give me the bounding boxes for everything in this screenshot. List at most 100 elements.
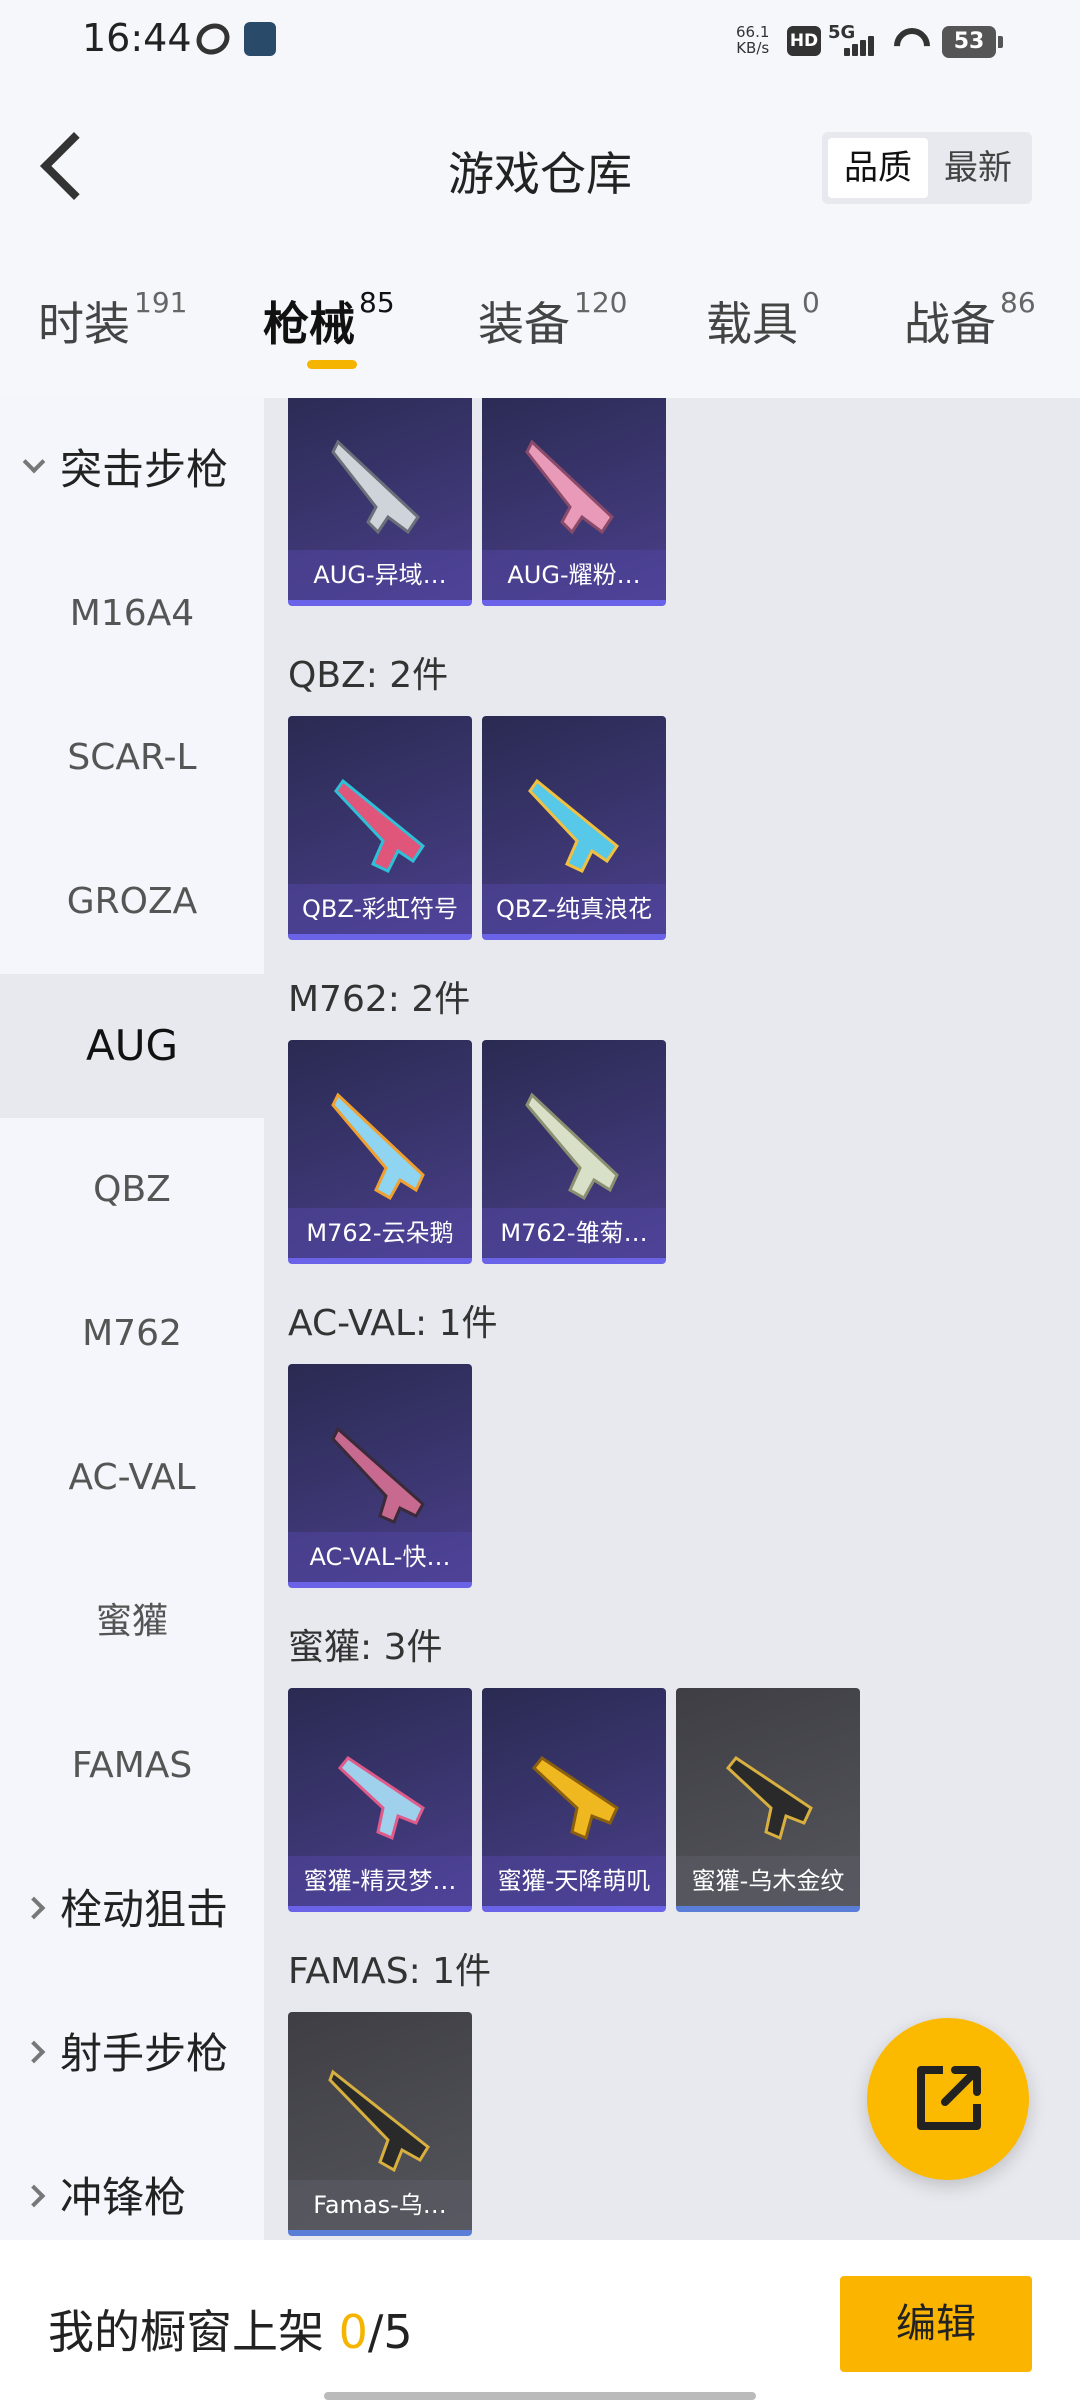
skin-card[interactable]: Famas-乌… <box>288 2012 472 2236</box>
share-fab-button[interactable] <box>867 2018 1029 2180</box>
sidebar-item-aug[interactable]: AUG <box>0 974 264 1118</box>
back-button[interactable] <box>30 128 108 208</box>
famas-gun-icon <box>328 2069 430 2173</box>
skin-card[interactable]: QBZ-纯真浪花 <box>482 716 666 940</box>
group-title-qbz: QBZ: 2件 <box>288 655 449 696</box>
honey-badger-gun-icon <box>531 1755 619 1841</box>
skin-card-label: Famas-乌… <box>288 2180 472 2230</box>
sidebar-item-groza[interactable]: GROZA <box>0 830 264 974</box>
group-title-ac-val: AC-VAL: 1件 <box>288 1303 498 1344</box>
sidebar-group-marksman-rifles[interactable]: 射手步枪 <box>0 1982 264 2126</box>
showcase-current-count: 0 <box>338 2305 368 2359</box>
sidebar-group-assault-rifles[interactable]: 突击步枪 <box>0 398 264 542</box>
skin-card[interactable]: 蜜獾-乌木金纹 <box>676 1688 860 1912</box>
tab-firearms[interactable]: 枪械 85 <box>263 286 395 368</box>
game-app-icon <box>244 22 276 56</box>
sidebar-item-m762[interactable]: M762 <box>0 1262 264 1406</box>
tab-label: 装备 <box>478 297 570 351</box>
skin-card[interactable]: QBZ-彩虹符号 <box>288 716 472 940</box>
sidebar-item-m16a4[interactable]: M16A4 <box>0 542 264 686</box>
tab-count: 120 <box>574 286 628 319</box>
aug-gun-icon <box>331 439 420 535</box>
skin-card-label: M762-云朵鹅 <box>288 1208 472 1258</box>
showcase-label: 我的橱窗上架 <box>48 2305 324 2359</box>
status-bar: 16:44 66.1 KB/s HD 5G 53 <box>0 0 1080 84</box>
sidebar-item-famas[interactable]: FAMAS <box>0 1694 264 1838</box>
battery-icon: 53 <box>942 26 1003 58</box>
sort-toggle: 品质 最新 <box>822 132 1032 204</box>
tab-count: 191 <box>134 286 188 319</box>
network-speed: 66.1 KB/s <box>736 24 769 56</box>
chevron-right-icon <box>22 2184 46 2208</box>
sidebar-item-ac-val[interactable]: AC-VAL <box>0 1406 264 1550</box>
showcase-total-count: /5 <box>367 2305 413 2359</box>
hd-icon: HD <box>787 26 821 56</box>
sidebar-item-scar-l[interactable]: SCAR-L <box>0 686 264 830</box>
group-title-famas: FAMAS: 1件 <box>288 1951 492 1992</box>
skin-card[interactable]: AC-VAL-快… <box>288 1364 472 1588</box>
network-speed-value: 66.1 <box>736 23 770 41</box>
category-tabs: 时装 191 枪械 85 装备 120 载具 0 战备 86 <box>0 248 1080 398</box>
m762-gun-icon <box>525 1092 619 1201</box>
sort-quality-button[interactable]: 品质 <box>828 138 928 198</box>
network-type: 5G <box>828 22 856 43</box>
skin-card-label: M762-雏菊… <box>482 1208 666 1258</box>
home-indicator[interactable] <box>324 2392 756 2400</box>
skin-card-label: 蜜獾-天降萌叽 <box>482 1856 666 1906</box>
sort-newest-button[interactable]: 最新 <box>928 138 1028 198</box>
network-speed-unit: KB/s <box>736 39 770 57</box>
tab-vehicles[interactable]: 载具 0 <box>706 286 820 368</box>
qbz-gun-icon <box>334 778 426 873</box>
active-tab-indicator <box>307 360 357 369</box>
skin-card-label: AUG-耀粉… <box>482 550 666 600</box>
skin-card-label: AUG-异域… <box>288 550 472 600</box>
chevron-right-icon <box>22 1896 46 1920</box>
skin-card-label: QBZ-纯真浪花 <box>482 884 666 934</box>
skin-card[interactable]: AUG-耀粉… <box>482 398 666 606</box>
skin-card-label: AC-VAL-快… <box>288 1532 472 1582</box>
tab-label: 时装 <box>38 297 130 351</box>
status-time: 16:44 <box>82 16 192 60</box>
ac-val-gun-icon <box>331 1426 425 1524</box>
group-title-honey-badger: 蜜獾: 3件 <box>288 1627 443 1668</box>
skin-card[interactable]: 蜜獾-精灵梦… <box>288 1688 472 1912</box>
aug-gun-icon <box>525 439 614 535</box>
share-icon <box>917 2066 981 2130</box>
tab-equipment[interactable]: 装备 120 <box>478 286 628 368</box>
sidebar-group-label: 冲锋枪 <box>60 2173 187 2222</box>
tab-label: 战备 <box>904 297 996 351</box>
skin-card[interactable]: M762-雏菊… <box>482 1040 666 1264</box>
sidebar-group-label: 栓动狙击 <box>60 1885 229 1934</box>
skin-card[interactable]: M762-云朵鹅 <box>288 1040 472 1264</box>
app-notification-icon <box>190 17 236 61</box>
skin-card[interactable]: AUG-异域… <box>288 398 472 606</box>
weapon-skin-list: AUG-异域… AUG-耀粉… QBZ: 2件 QBZ-彩虹符号 QBZ-纯真浪… <box>264 398 1080 2240</box>
sidebar-group-label: 射手步枪 <box>60 2029 229 2078</box>
showcase-status: 我的橱窗上架 0/5 <box>48 2296 413 2362</box>
sidebar-group-bolt-sniper[interactable]: 栓动狙击 <box>0 1838 264 1982</box>
skin-card[interactable]: 蜜獾-天降萌叽 <box>482 1688 666 1912</box>
app-header: 游戏仓库 品质 最新 <box>0 84 1080 248</box>
tab-label: 载具 <box>706 297 798 351</box>
chevron-right-icon <box>22 2040 46 2064</box>
tab-label: 枪械 <box>263 297 355 351</box>
showcase-bar: 我的橱窗上架 0/5 编辑 <box>0 2240 1080 2408</box>
skin-card-label: 蜜獾-精灵梦… <box>288 1856 472 1906</box>
chevron-left-icon <box>40 132 108 200</box>
sidebar-item-qbz[interactable]: QBZ <box>0 1118 264 1262</box>
qbz-gun-icon <box>528 778 620 873</box>
honey-badger-gun-icon <box>725 1755 813 1841</box>
honey-badger-gun-icon <box>337 1755 425 1841</box>
tab-count: 85 <box>359 286 395 319</box>
sidebar-item-honey-badger[interactable]: 蜜獾 <box>0 1550 264 1694</box>
edit-button[interactable]: 编辑 <box>840 2276 1032 2372</box>
chevron-down-icon <box>22 450 46 474</box>
tab-count: 0 <box>802 286 820 319</box>
skin-card-label: 蜜獾-乌木金纹 <box>676 1856 860 1906</box>
weapon-type-sidebar: 突击步枪 M16A4 SCAR-L GROZA AUG QBZ M762 AC-… <box>0 398 264 2240</box>
sidebar-group-label: 突击步枪 <box>60 445 229 494</box>
skin-card-label: QBZ-彩虹符号 <box>288 884 472 934</box>
tab-gear[interactable]: 战备 86 <box>904 286 1036 368</box>
wifi-icon <box>894 22 930 58</box>
tab-fashion[interactable]: 时装 191 <box>38 286 188 368</box>
